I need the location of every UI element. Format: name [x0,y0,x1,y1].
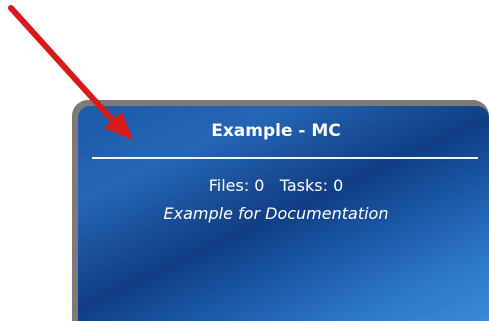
card-counts: Files: 0 Tasks: 0 [208,176,344,195]
card-description: Example for Documentation [163,204,389,223]
card-title: Example - MC [211,121,341,141]
card-divider [92,157,478,159]
stage: Example - MC Files: 0 Tasks: 0 Example f… [0,0,489,321]
project-card[interactable]: Example - MC Files: 0 Tasks: 0 Example f… [78,106,489,321]
